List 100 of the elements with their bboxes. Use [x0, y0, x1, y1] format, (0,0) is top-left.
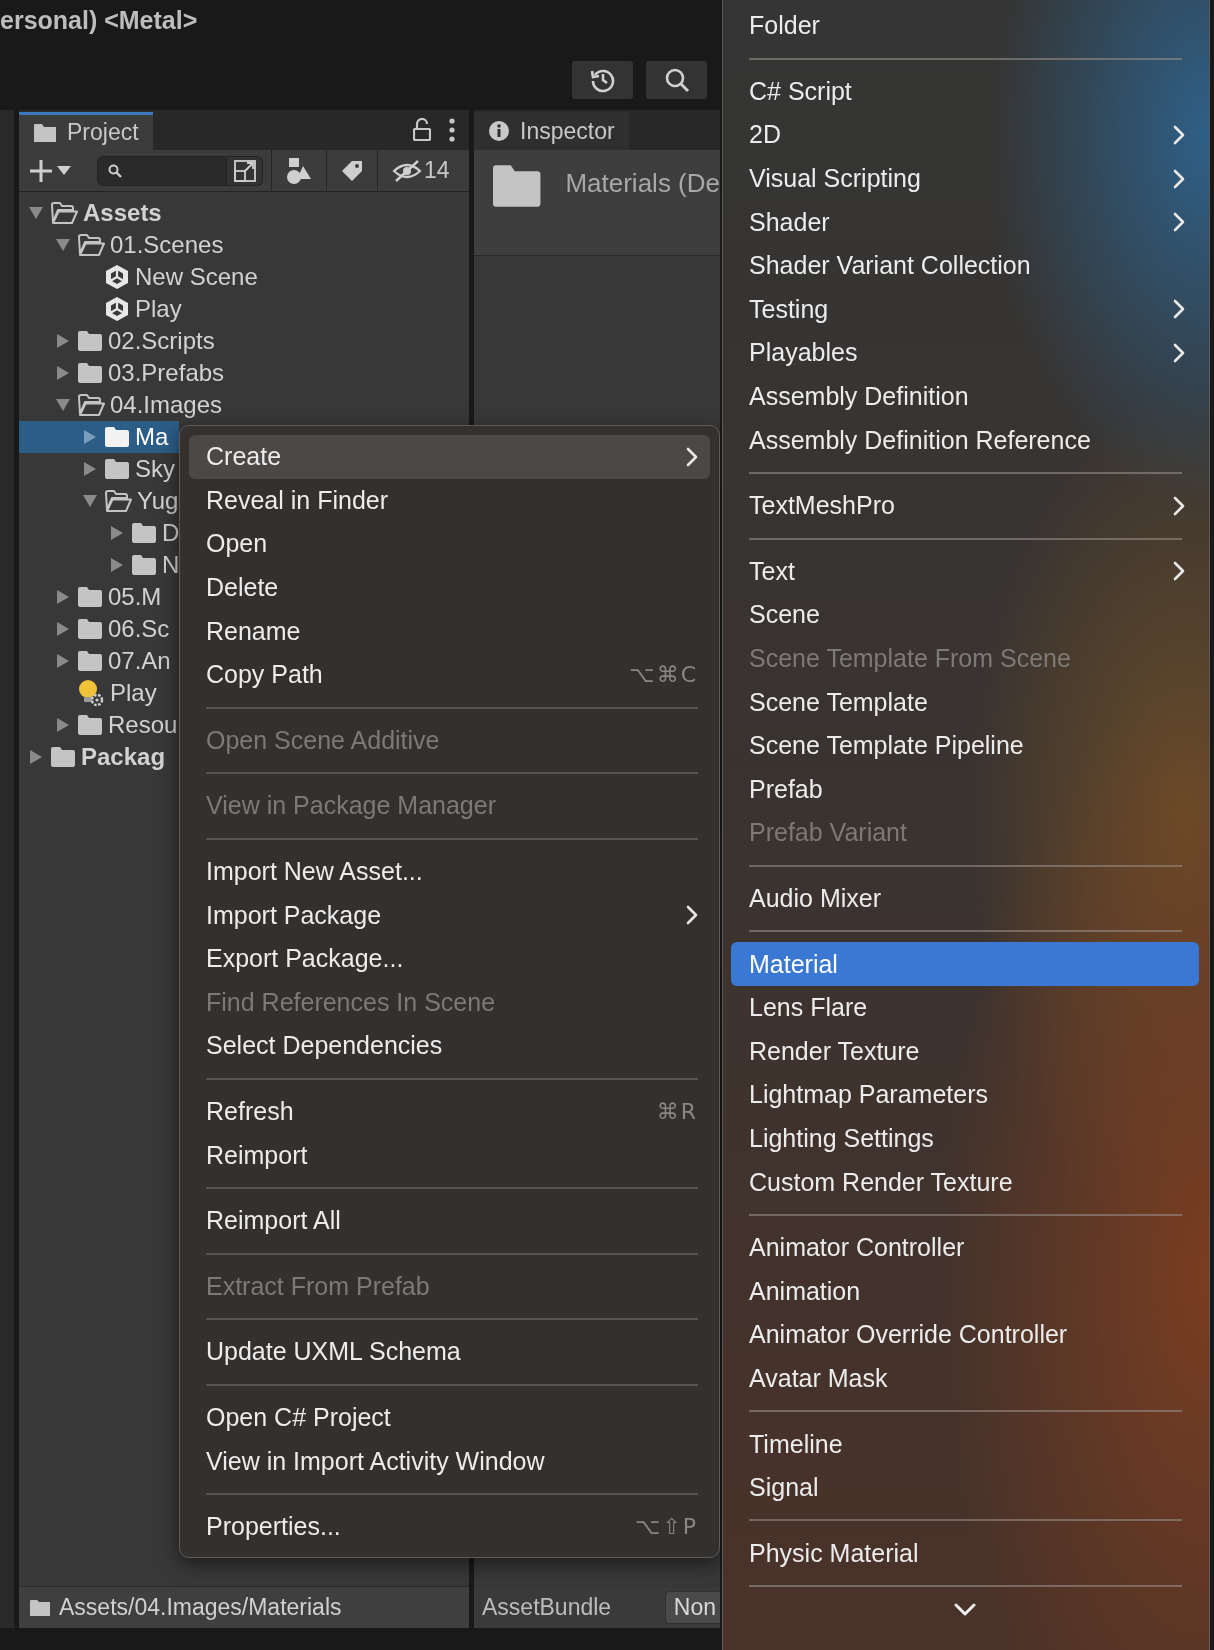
tree-item[interactable]: Play — [19, 677, 179, 709]
shortcut-label: ⌥⇧P — [634, 1514, 698, 1540]
menu-item[interactable]: Lighting Settings — [731, 1116, 1199, 1161]
menu-item[interactable]: Update UXML Schema — [189, 1330, 710, 1374]
tree-item[interactable]: 03.Prefabs — [19, 357, 225, 389]
menu-item[interactable]: View in Import Activity Window — [189, 1439, 710, 1483]
collapsed-arrow-icon[interactable] — [110, 525, 124, 541]
menu-item[interactable]: 2D — [731, 113, 1199, 157]
expanded-arrow-icon[interactable] — [55, 398, 71, 412]
menu-item[interactable]: Copy Path ⌥⌘C — [189, 652, 710, 697]
menu-item[interactable]: Animator Controller — [731, 1225, 1199, 1270]
collapsed-arrow-icon[interactable] — [29, 749, 43, 765]
history-button[interactable] — [572, 61, 633, 99]
open-folder-icon — [50, 202, 78, 224]
menu-item[interactable]: Scene Template Pipeline — [731, 723, 1199, 768]
tree-item[interactable]: Assets — [19, 197, 179, 229]
collapsed-arrow-icon[interactable] — [56, 333, 70, 349]
folder-icon — [29, 1598, 51, 1617]
collapsed-arrow-icon[interactable] — [56, 717, 70, 733]
menu-item[interactable]: Animator Override Controller — [731, 1313, 1199, 1357]
menu-item[interactable]: Playables — [731, 331, 1199, 375]
menu-item[interactable]: Properties... ⌥⇧P — [189, 1504, 710, 1549]
tree-item[interactable]: 06.Sc — [19, 613, 179, 645]
menu-item[interactable]: Scene — [731, 593, 1199, 637]
menu-item[interactable]: Import Package — [189, 893, 710, 937]
hidden-count-button[interactable]: 14 — [377, 149, 464, 192]
menu-item[interactable]: Text — [731, 549, 1199, 594]
shapes-icon — [286, 156, 312, 185]
menu-item[interactable]: Reimport — [189, 1133, 710, 1177]
menu-item[interactable]: Assembly Definition — [731, 374, 1199, 419]
tree-item[interactable]: 07.An — [19, 645, 179, 677]
tree-item[interactable]: Ma — [19, 421, 179, 453]
collapsed-arrow-icon[interactable] — [56, 653, 70, 669]
menu-item[interactable]: Reimport All — [189, 1198, 710, 1243]
collapsed-arrow-icon[interactable] — [56, 589, 70, 605]
lock-icon[interactable] — [413, 118, 431, 142]
tree-item[interactable]: Packag — [19, 741, 179, 773]
menu-item[interactable]: Avatar Mask — [731, 1356, 1199, 1401]
tree-item[interactable]: N — [19, 549, 180, 581]
menu-item[interactable]: Prefab — [731, 767, 1199, 812]
menu-item[interactable]: Lens Flare — [731, 985, 1199, 1030]
menu-item[interactable]: Delete — [189, 565, 710, 610]
collapsed-arrow-icon[interactable] — [83, 429, 97, 445]
menu-item[interactable]: Scene Template — [731, 680, 1199, 724]
tree-item[interactable]: 01.Scenes — [19, 229, 224, 261]
menu-item[interactable]: Reveal in Finder — [189, 478, 710, 523]
collapsed-arrow-icon[interactable] — [56, 365, 70, 381]
menu-item[interactable]: Lightmap Parameters — [731, 1073, 1199, 1117]
tree-item[interactable]: D — [19, 517, 180, 549]
collapsed-arrow-icon[interactable] — [56, 621, 70, 637]
tree-item[interactable]: Sky — [19, 453, 179, 485]
tree-item[interactable]: New Scene — [19, 261, 258, 293]
expanded-arrow-icon[interactable] — [82, 494, 98, 508]
menu-item[interactable]: Shader — [731, 200, 1199, 244]
asset-bundle-dropdown[interactable]: Non — [664, 1591, 720, 1624]
menu-item[interactable]: Audio Mixer — [731, 876, 1199, 921]
inspector-tab[interactable]: Inspector — [474, 112, 629, 150]
menu-item[interactable]: Material — [731, 942, 1199, 986]
menu-item[interactable]: Export Package... — [189, 936, 710, 981]
menu-item[interactable]: Open C# Project — [189, 1395, 710, 1440]
search-button[interactable] — [646, 61, 707, 99]
menu-item[interactable]: Create — [189, 435, 710, 479]
menu-item[interactable]: Visual Scripting — [731, 156, 1199, 201]
project-tab[interactable]: Project — [19, 112, 153, 150]
tree-item[interactable]: Yug — [19, 485, 179, 517]
menu-item[interactable]: Physic Material — [731, 1531, 1199, 1575]
chevron-down-icon[interactable] — [954, 1603, 976, 1617]
tree-item[interactable]: 04.Images — [19, 389, 223, 421]
tree-item[interactable]: 05.M — [19, 581, 179, 613]
menu-item[interactable]: Render Texture — [731, 1029, 1199, 1074]
expanded-arrow-icon[interactable] — [28, 206, 44, 220]
tree-item[interactable]: 02.Scripts — [19, 325, 215, 357]
menu-item[interactable]: TextMeshPro — [731, 483, 1199, 528]
menu-item[interactable]: Testing — [731, 287, 1199, 332]
menu-item[interactable]: Animation — [731, 1269, 1199, 1314]
collapsed-arrow-icon[interactable] — [110, 557, 124, 573]
folder-icon — [77, 650, 103, 672]
menu-item[interactable]: Folder — [731, 4, 1199, 48]
folder-icon — [131, 522, 157, 544]
menu-item[interactable]: Open — [189, 522, 710, 566]
menu-item[interactable]: Signal — [731, 1465, 1199, 1510]
tree-item[interactable]: Play — [19, 293, 182, 325]
menu-item[interactable]: Shader Variant Collection — [731, 243, 1199, 288]
search-field[interactable] — [97, 155, 227, 186]
chevron-right-icon — [686, 446, 698, 467]
open-folder-icon — [104, 490, 132, 512]
open-window-button[interactable] — [227, 155, 263, 186]
menu-item[interactable]: C# Script — [731, 69, 1199, 114]
menu-item[interactable]: Select Dependencies — [189, 1024, 710, 1068]
expanded-arrow-icon[interactable] — [55, 238, 71, 252]
more-icon[interactable] — [449, 118, 455, 142]
menu-item[interactable]: Rename — [189, 609, 710, 653]
menu-item[interactable]: Refresh ⌘R — [189, 1089, 710, 1134]
menu-item[interactable]: Import New Asset... — [189, 849, 710, 894]
asset-bundle-label: AssetBundle — [482, 1594, 612, 1621]
menu-item[interactable]: Timeline — [731, 1422, 1199, 1466]
tree-item[interactable]: Resou — [19, 709, 179, 741]
collapsed-arrow-icon[interactable] — [83, 461, 97, 477]
menu-item[interactable]: Assembly Definition Reference — [731, 418, 1199, 462]
menu-item[interactable]: Custom Render Texture — [731, 1160, 1199, 1204]
